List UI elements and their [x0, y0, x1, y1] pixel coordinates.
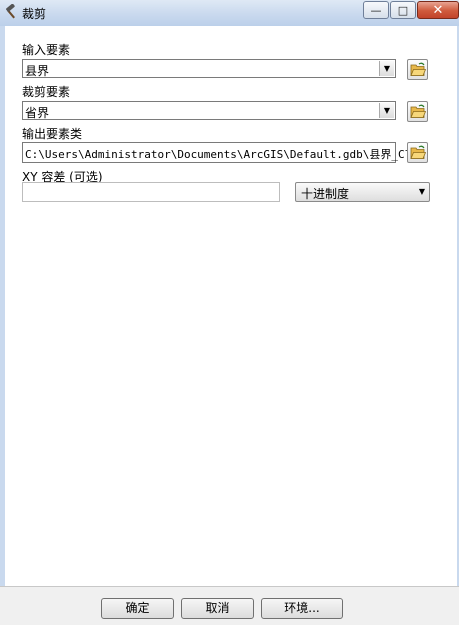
input-features-label: 输入要素: [22, 43, 71, 57]
ok-button[interactable]: 确定: [101, 598, 174, 619]
input-features-browse-button[interactable]: [407, 59, 428, 80]
output-feature-class-label: 输出要素类: [22, 127, 83, 141]
open-folder-icon: [410, 145, 426, 159]
close-icon: ✕: [432, 2, 444, 18]
output-feature-class-field[interactable]: C:\Users\Administrator\Documents\ArcGIS\…: [22, 142, 425, 163]
xy-tolerance-unit-value: 十进制度: [301, 187, 350, 201]
clip-features-combo[interactable]: 省界 ▼: [22, 101, 396, 120]
xy-tolerance-unit-dropdown[interactable]: 十进制度 ▼: [295, 182, 430, 202]
close-button[interactable]: ✕: [417, 1, 459, 19]
clip-features-browse-button[interactable]: [407, 101, 428, 122]
output-feature-class-value: C:\Users\Administrator\Documents\ArcGIS\…: [25, 148, 425, 161]
input-features-combo[interactable]: 县界 ▼: [22, 59, 396, 78]
clip-features-label: 裁剪要素: [22, 85, 71, 99]
cancel-button[interactable]: 取消: [181, 598, 254, 619]
title-bar: 裁剪 — □ ✕: [0, 0, 459, 27]
maximize-icon: □: [397, 3, 409, 17]
tool-dialog-content: 输入要素 县界 ▼ 裁剪要素 省界 ▼ 输出要素类 C:\Users\Admin…: [5, 26, 457, 586]
chevron-down-icon[interactable]: ▼: [379, 103, 394, 118]
minimize-icon: —: [370, 3, 382, 17]
environments-button[interactable]: 环境...: [261, 598, 343, 619]
output-feature-class-browse-button[interactable]: [407, 142, 428, 163]
open-folder-icon: [410, 62, 426, 76]
open-folder-icon: [410, 104, 426, 118]
hammer-icon: [4, 3, 20, 20]
window-title: 裁剪: [22, 7, 47, 21]
maximize-button[interactable]: □: [390, 1, 416, 19]
input-features-value: 县界: [25, 64, 50, 78]
chevron-down-icon: ▼: [418, 187, 425, 196]
dialog-button-bar: 确定 取消 环境...: [0, 586, 459, 625]
minimize-button[interactable]: —: [363, 1, 389, 19]
clip-features-value: 省界: [25, 106, 50, 120]
chevron-down-icon[interactable]: ▼: [379, 61, 394, 76]
xy-tolerance-field[interactable]: [22, 182, 280, 202]
